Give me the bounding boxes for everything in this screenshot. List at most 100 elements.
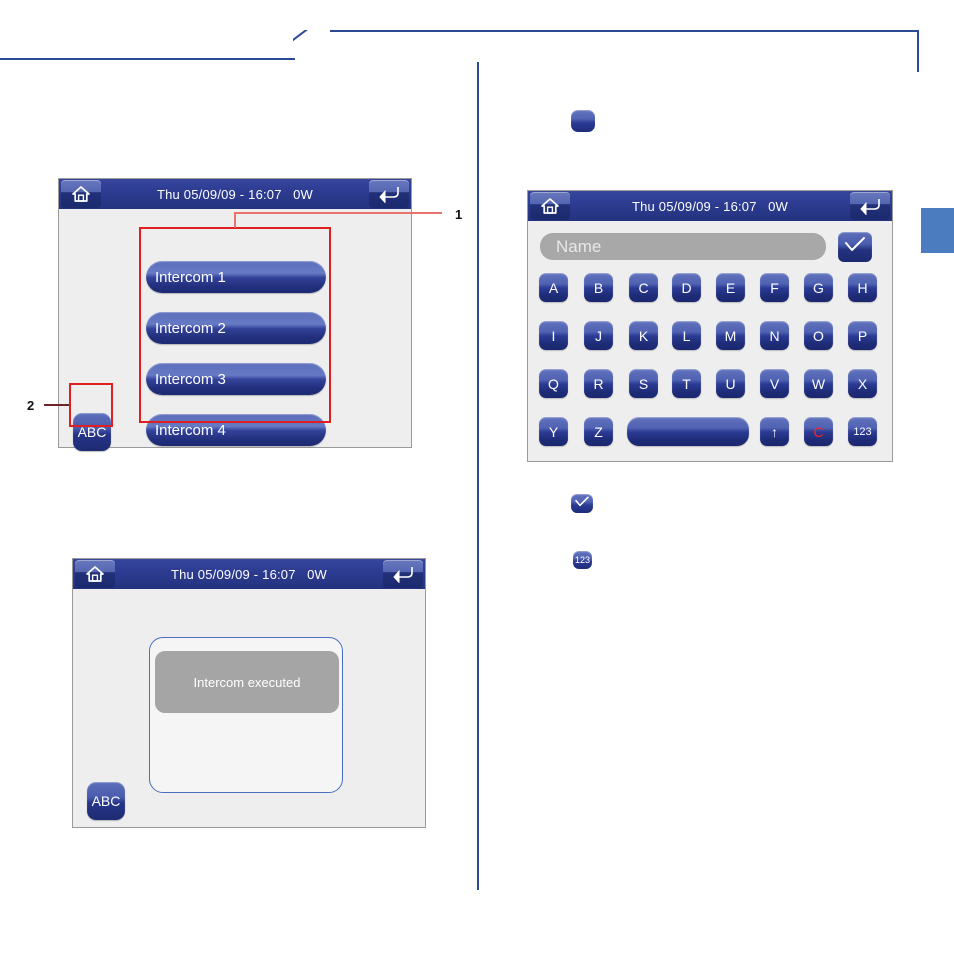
titlebar: Thu 05/09/09 - 16:07 0W [73, 559, 425, 589]
sample-confirm-key-icon [571, 494, 593, 513]
key-R[interactable]: R [584, 369, 613, 398]
key-Q[interactable]: Q [539, 369, 568, 398]
abc-keyboard-button[interactable]: ABC [73, 413, 111, 451]
key-label: G [813, 279, 824, 296]
key-Y[interactable]: Y [539, 417, 568, 446]
titlebar: Thu 05/09/09 - 16:07 0W [59, 179, 411, 209]
key-S[interactable]: S [629, 369, 658, 398]
header-rule-left [0, 58, 295, 60]
key-label: A [548, 279, 559, 296]
key-G[interactable]: G [804, 273, 833, 302]
key-L[interactable]: L [672, 321, 701, 350]
key-I[interactable]: I [539, 321, 568, 350]
key-label: K [638, 327, 649, 344]
key-P[interactable]: P [848, 321, 877, 350]
key-label: O [813, 327, 824, 344]
intercom-button-4[interactable]: Intercom 4 [146, 414, 326, 446]
message-box: Intercom executed [155, 651, 339, 713]
abc-keyboard-button[interactable]: ABC [87, 782, 125, 820]
name-input-placeholder: Name [556, 236, 602, 256]
return-arrow-icon [858, 197, 882, 215]
key-H[interactable]: H [848, 273, 877, 302]
key-A[interactable]: A [539, 273, 568, 302]
titlebar-title: Thu 05/09/09 - 16:07 0W [156, 186, 314, 202]
callout-number-1: 1 [455, 207, 463, 222]
titlebar-title: Thu 05/09/09 - 16:07 0W [170, 566, 328, 582]
home-icon [85, 565, 105, 583]
intercom-button-2[interactable]: Intercom 2 [146, 312, 326, 344]
key-K[interactable]: K [629, 321, 658, 350]
key-label: L [682, 327, 691, 344]
key-J[interactable]: J [584, 321, 613, 350]
key-W[interactable]: W [804, 369, 833, 398]
key-label: E [725, 279, 736, 296]
key-label: W [811, 375, 826, 392]
checkmark-icon [843, 236, 867, 259]
key-numeric[interactable]: 123 [848, 417, 877, 446]
key-clear[interactable]: C [804, 417, 833, 446]
screen-keyboard: Thu 05/09/09 - 16:07 0W Name A B C D E F… [527, 190, 893, 462]
key-label: B [593, 279, 604, 296]
back-button[interactable] [850, 192, 890, 220]
callout-leader-1-horizontal [234, 212, 442, 214]
confirm-button[interactable] [838, 232, 872, 262]
key-label: F [770, 279, 779, 296]
intercom-button-3[interactable]: Intercom 3 [146, 363, 326, 395]
return-arrow-icon [377, 185, 401, 203]
key-D[interactable]: D [672, 273, 701, 302]
key-F[interactable]: F [760, 273, 789, 302]
sample-blank-key-icon [571, 110, 595, 132]
checkmark-icon [574, 495, 590, 513]
key-shift[interactable]: ↑ [760, 417, 789, 446]
abc-label: ABC [77, 424, 107, 440]
header-rule-diagonal [293, 30, 333, 60]
key-label: Z [594, 423, 603, 440]
home-icon [71, 185, 91, 203]
key-label: I [551, 327, 556, 344]
return-arrow-icon [391, 565, 415, 583]
key-O[interactable]: O [804, 321, 833, 350]
key-C[interactable]: C [629, 273, 658, 302]
key-space[interactable] [627, 417, 749, 446]
key-label: H [857, 279, 868, 296]
key-label: C [813, 423, 824, 440]
key-T[interactable]: T [672, 369, 701, 398]
key-V[interactable]: V [760, 369, 789, 398]
key-M[interactable]: M [716, 321, 745, 350]
key-label: C [638, 279, 649, 296]
key-label: X [857, 375, 868, 392]
home-button[interactable] [530, 192, 570, 220]
home-button[interactable] [61, 180, 101, 208]
home-icon [540, 197, 560, 215]
sample-numeric-key-icon: 123 [573, 551, 592, 569]
key-U[interactable]: U [716, 369, 745, 398]
back-button[interactable] [383, 560, 423, 588]
button-label: Intercom 1 [155, 268, 226, 286]
header-rule-right [917, 30, 919, 72]
titlebar: Thu 05/09/09 - 16:07 0W [528, 191, 892, 221]
key-label: V [769, 375, 780, 392]
back-button[interactable] [369, 180, 409, 208]
screen-intercom-executed: Thu 05/09/09 - 16:07 0W Intercom execute… [72, 558, 426, 828]
callout-leader-2 [44, 404, 69, 406]
intercom-button-1[interactable]: Intercom 1 [146, 261, 326, 293]
key-X[interactable]: X [848, 369, 877, 398]
key-B[interactable]: B [584, 273, 613, 302]
key-label: ↑ [771, 423, 778, 440]
name-input[interactable]: Name [540, 233, 826, 260]
key-label: S [638, 375, 649, 392]
message-text: Intercom executed [193, 674, 301, 690]
key-E[interactable]: E [716, 273, 745, 302]
button-label: Intercom 3 [155, 370, 226, 388]
sample-numeric-label: 123 [574, 555, 591, 565]
page-edge-tab [921, 208, 954, 253]
header-rule-top [330, 30, 919, 32]
key-Z[interactable]: Z [584, 417, 613, 446]
abc-label: ABC [91, 793, 121, 809]
key-label: M [724, 327, 737, 344]
home-button[interactable] [75, 560, 115, 588]
key-N[interactable]: N [760, 321, 789, 350]
key-label: U [725, 375, 736, 392]
button-label: Intercom 2 [155, 319, 226, 337]
callout-number-2: 2 [27, 398, 35, 413]
